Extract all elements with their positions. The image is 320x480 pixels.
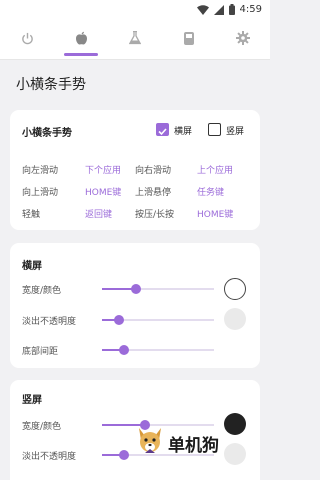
dog-logo-icon — [136, 426, 164, 460]
landscape-color-swatch[interactable] — [224, 278, 246, 300]
status-bar: 4:59 — [0, 0, 270, 18]
power-icon — [21, 30, 34, 49]
watermark-text: 单机狗 — [168, 435, 219, 456]
portrait-checkbox-label[interactable]: 竖屏 — [226, 124, 244, 137]
tab-bar — [0, 18, 270, 60]
portrait-card-title: 竖屏 — [22, 395, 42, 406]
landscape-checkbox[interactable] — [156, 123, 169, 136]
gesture-swipe-up-hold-label: 上滑悬停 — [135, 188, 172, 198]
gesture-card-title: 小横条手势 — [22, 128, 72, 139]
sd-card-icon — [184, 30, 194, 49]
portrait-fade-opacity-label: 淡出不透明度 — [22, 452, 77, 462]
gesture-swipe-up-label: 向上滑动 — [22, 188, 59, 198]
tab-sd-card[interactable] — [162, 18, 216, 60]
flask-icon — [128, 30, 142, 49]
gesture-swipe-left-label: 向左滑动 — [22, 166, 59, 176]
gesture-press-action[interactable]: HOME键 — [197, 207, 233, 220]
status-time: 4:59 — [239, 3, 262, 15]
landscape-width-color-label: 宽度/颜色 — [22, 286, 62, 296]
gesture-swipe-up-action[interactable]: HOME键 — [85, 185, 121, 198]
landscape-bottom-margin-label: 底部间距 — [22, 347, 59, 357]
battery-icon — [228, 0, 235, 19]
portrait-checkbox[interactable] — [208, 123, 221, 136]
gesture-swipe-left-action[interactable]: 下个应用 — [85, 163, 121, 176]
landscape-width-slider[interactable] — [102, 284, 214, 294]
signal-icon — [213, 0, 224, 19]
gesture-tap-label: 轻触 — [22, 210, 41, 220]
gesture-swipe-right-label: 向右滑动 — [135, 166, 172, 176]
slider-thumb[interactable] — [130, 284, 141, 294]
landscape-checkbox-label[interactable]: 横屏 — [174, 124, 192, 137]
watermark: 单机狗 — [136, 426, 246, 460]
landscape-fade-opacity-slider[interactable] — [102, 315, 214, 325]
portrait-width-color-label: 宽度/颜色 — [22, 422, 62, 432]
apple-icon — [75, 30, 88, 49]
active-tab-indicator — [64, 53, 98, 56]
gesture-swipe-right-action[interactable]: 上个应用 — [197, 163, 233, 176]
gear-icon — [236, 30, 250, 49]
tab-settings[interactable] — [216, 18, 270, 60]
gesture-press-label: 按压/长按 — [135, 210, 175, 220]
wifi-icon — [196, 0, 209, 19]
gesture-tap-action[interactable]: 返回键 — [85, 207, 112, 220]
gesture-swipe-up-hold-action[interactable]: 任务键 — [197, 185, 224, 198]
slider-thumb[interactable] — [113, 315, 124, 325]
tab-flask[interactable] — [108, 18, 162, 60]
landscape-card-title: 横屏 — [22, 261, 42, 272]
landscape-bottom-margin-slider[interactable] — [102, 345, 214, 355]
page-title: 小横条手势 — [16, 77, 86, 93]
landscape-fade-opacity-label: 淡出不透明度 — [22, 317, 77, 327]
landscape-fade-swatch[interactable] — [224, 308, 246, 330]
tab-apple[interactable] — [54, 18, 108, 60]
tab-power[interactable] — [0, 18, 54, 60]
check-icon — [158, 128, 167, 136]
